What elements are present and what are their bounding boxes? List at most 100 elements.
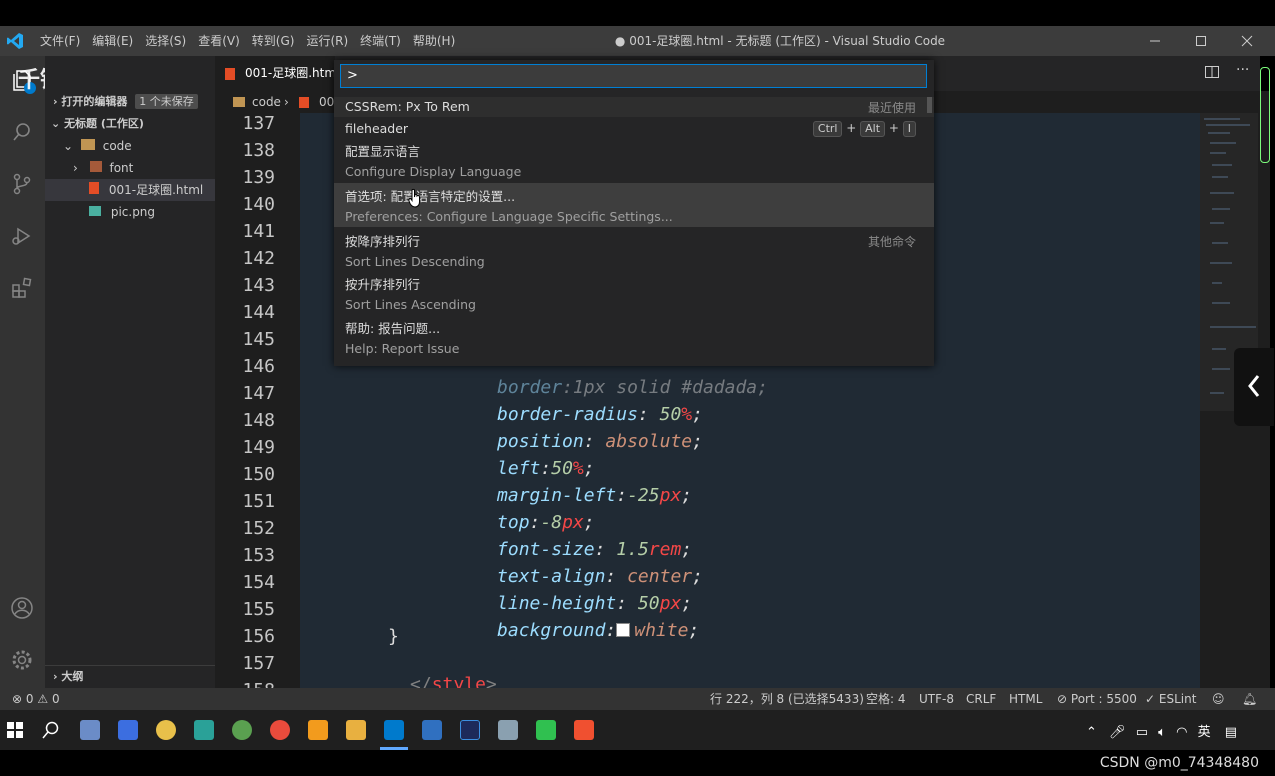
command-input[interactable]: > [340, 64, 927, 88]
chevron-down-icon: ⌄ [63, 139, 74, 153]
keyword-value: white [634, 620, 689, 641]
accounts-button[interactable] [8, 594, 36, 622]
menu-terminal[interactable]: 终端(T) [354, 26, 407, 56]
command-item-px-to-rem[interactable]: CSSRem: Px To Rem 最近使用 [334, 97, 934, 117]
command-item-language-settings[interactable]: 首选项: 配置语言特定的设置... Preferences: Configure… [334, 183, 934, 227]
minimize-button[interactable] [1132, 26, 1178, 56]
chrome-icon[interactable] [270, 720, 290, 740]
problems-indicator[interactable]: ⊗ 0 ⚠ 0 [12, 688, 60, 710]
command-subtitle: Sort Lines Descending [345, 254, 485, 269]
editor-tab[interactable]: 001-足球圈.htm [215, 56, 335, 91]
mouse-cursor-icon [408, 188, 420, 208]
tree-item-image[interactable]: pic.png [45, 201, 215, 223]
menu-file[interactable]: 文件(F) [34, 26, 86, 56]
file-explorer-icon[interactable] [346, 720, 366, 740]
collapse-panel-button[interactable] [1234, 348, 1274, 426]
app-notes-icon[interactable] [194, 720, 214, 740]
command-item-report-issue[interactable]: 帮助: 报告问题... Help: Report Issue [334, 318, 934, 358]
split-editor-button[interactable] [1204, 64, 1220, 84]
breadcrumb-file[interactable]: 00 [319, 91, 334, 113]
search-button[interactable] [8, 118, 36, 146]
menu-edit[interactable]: 编辑(E) [86, 26, 139, 56]
menu-run[interactable]: 运行(R) [300, 26, 354, 56]
live-server-port[interactable]: ⊘ Port : 5500 [1057, 688, 1137, 710]
command-item-sort-descending[interactable]: 按降序排列行 Sort Lines Descending 其他命令 [334, 231, 934, 271]
photos-icon[interactable] [422, 720, 442, 740]
tree-item-label: code [102, 139, 132, 153]
feedback-icon[interactable]: ☺ [1212, 688, 1225, 710]
close-window-button[interactable] [1224, 26, 1270, 56]
extensions-button[interactable] [8, 274, 36, 302]
tag-bracket: > [485, 674, 497, 688]
source-control-button[interactable] [8, 170, 36, 198]
language-mode[interactable]: HTML [1009, 688, 1042, 710]
tree-item-font[interactable]: › font [45, 157, 215, 179]
account-icon [11, 597, 33, 619]
line-number: 142 [242, 248, 275, 269]
taskview-app-icon[interactable] [80, 720, 100, 740]
line-number: 156 [242, 626, 275, 647]
sublime-icon[interactable] [308, 720, 328, 740]
maximize-button[interactable] [1178, 26, 1224, 56]
app-folder-yellow-icon[interactable] [156, 720, 176, 740]
menu-selection[interactable]: 选择(S) [139, 26, 192, 56]
system-tray[interactable]: ⌃ 🎤︎ ▭ 🔈︎ ◠ 英 ▤ [1086, 721, 1237, 740]
line-number: 143 [242, 275, 275, 296]
photoshop-icon[interactable] [460, 720, 480, 740]
vscode-taskbar-icon[interactable] [384, 720, 404, 740]
breadcrumb-separator: › [284, 95, 289, 109]
end-of-line[interactable]: CRLF [966, 688, 996, 710]
explorer-sidebar: › 打开的编辑器 1 个未保存 ⌄ 无标题 (工作区) ⌄ code › fon… [45, 56, 215, 688]
command-title: 按降序排列行 [345, 234, 421, 249]
other-commands-tag: 其他命令 [867, 235, 916, 249]
tag-name: style [431, 674, 486, 688]
outline-section[interactable]: › 大纲 [45, 665, 215, 687]
app-gear-green-icon[interactable] [232, 720, 252, 740]
workspace-section[interactable]: ⌄ 无标题 (工作区) [45, 113, 215, 135]
command-item-display-language[interactable]: 配置显示语言 Configure Display Language [334, 141, 934, 181]
html-file-icon [299, 97, 309, 108]
maximize-icon [1196, 36, 1206, 46]
gear-icon [12, 650, 32, 670]
manage-button[interactable] [8, 646, 36, 674]
app-red-c-icon[interactable] [574, 720, 594, 740]
indentation[interactable]: 空格: 4 [866, 688, 906, 710]
tree-item-code[interactable]: ⌄ code [45, 135, 215, 157]
close-icon [1241, 35, 1253, 47]
open-editors-section[interactable]: › 打开的编辑器 1 个未保存 [45, 91, 215, 113]
folder-icon [80, 139, 95, 150]
app-gray-icon[interactable] [498, 720, 518, 740]
app-p-icon[interactable] [118, 720, 138, 740]
bell-icon[interactable]: 🔔︎ [1242, 688, 1257, 710]
search-icon[interactable] [42, 721, 60, 739]
menu-view[interactable]: 查看(V) [192, 26, 246, 56]
eslint-status[interactable]: ✓ ESLint [1145, 688, 1196, 710]
menu-go[interactable]: 转到(G) [246, 26, 301, 56]
run-debug-icon [12, 227, 31, 245]
key-i: I [902, 121, 916, 137]
breadcrumb-folder[interactable]: code [252, 91, 281, 113]
tree-item-label: pic.png [110, 205, 156, 219]
command-item-fileheader[interactable]: fileheader Ctrl + Alt + I [334, 119, 934, 139]
encoding[interactable]: UTF-8 [919, 688, 954, 710]
run-debug-button[interactable] [8, 222, 36, 250]
extensions-icon [12, 277, 32, 298]
source-control-icon [13, 173, 31, 195]
app-green-c-icon[interactable] [536, 720, 556, 740]
chevron-right-icon: › [73, 161, 78, 175]
tree-item-html-file[interactable]: 001-足球圈.html [45, 179, 215, 201]
workspace-label: 无标题 (工作区) [64, 117, 144, 130]
cursor-position[interactable]: 行 222，列 8 (已选择5433) [710, 688, 864, 710]
command-subtitle: Configure Display Language [345, 164, 522, 179]
command-item-sort-ascending[interactable]: 按升序排列行 Sort Lines Ascending [334, 274, 934, 314]
more-actions-icon[interactable]: ··· [1236, 62, 1249, 78]
command-palette: > CSSRem: Px To Rem 最近使用 fileheader Ctrl… [334, 60, 934, 366]
line-number: 150 [242, 464, 275, 485]
keyword-value: absolute [605, 431, 693, 452]
vscode-logo-icon [7, 33, 23, 49]
windows-start-icon[interactable] [7, 722, 23, 738]
color-swatch[interactable] [616, 623, 631, 637]
menu-help[interactable]: 帮助(H) [407, 26, 461, 56]
palette-scrollbar[interactable] [927, 97, 932, 113]
microphone-icon: 🎤︎ [1109, 725, 1126, 740]
